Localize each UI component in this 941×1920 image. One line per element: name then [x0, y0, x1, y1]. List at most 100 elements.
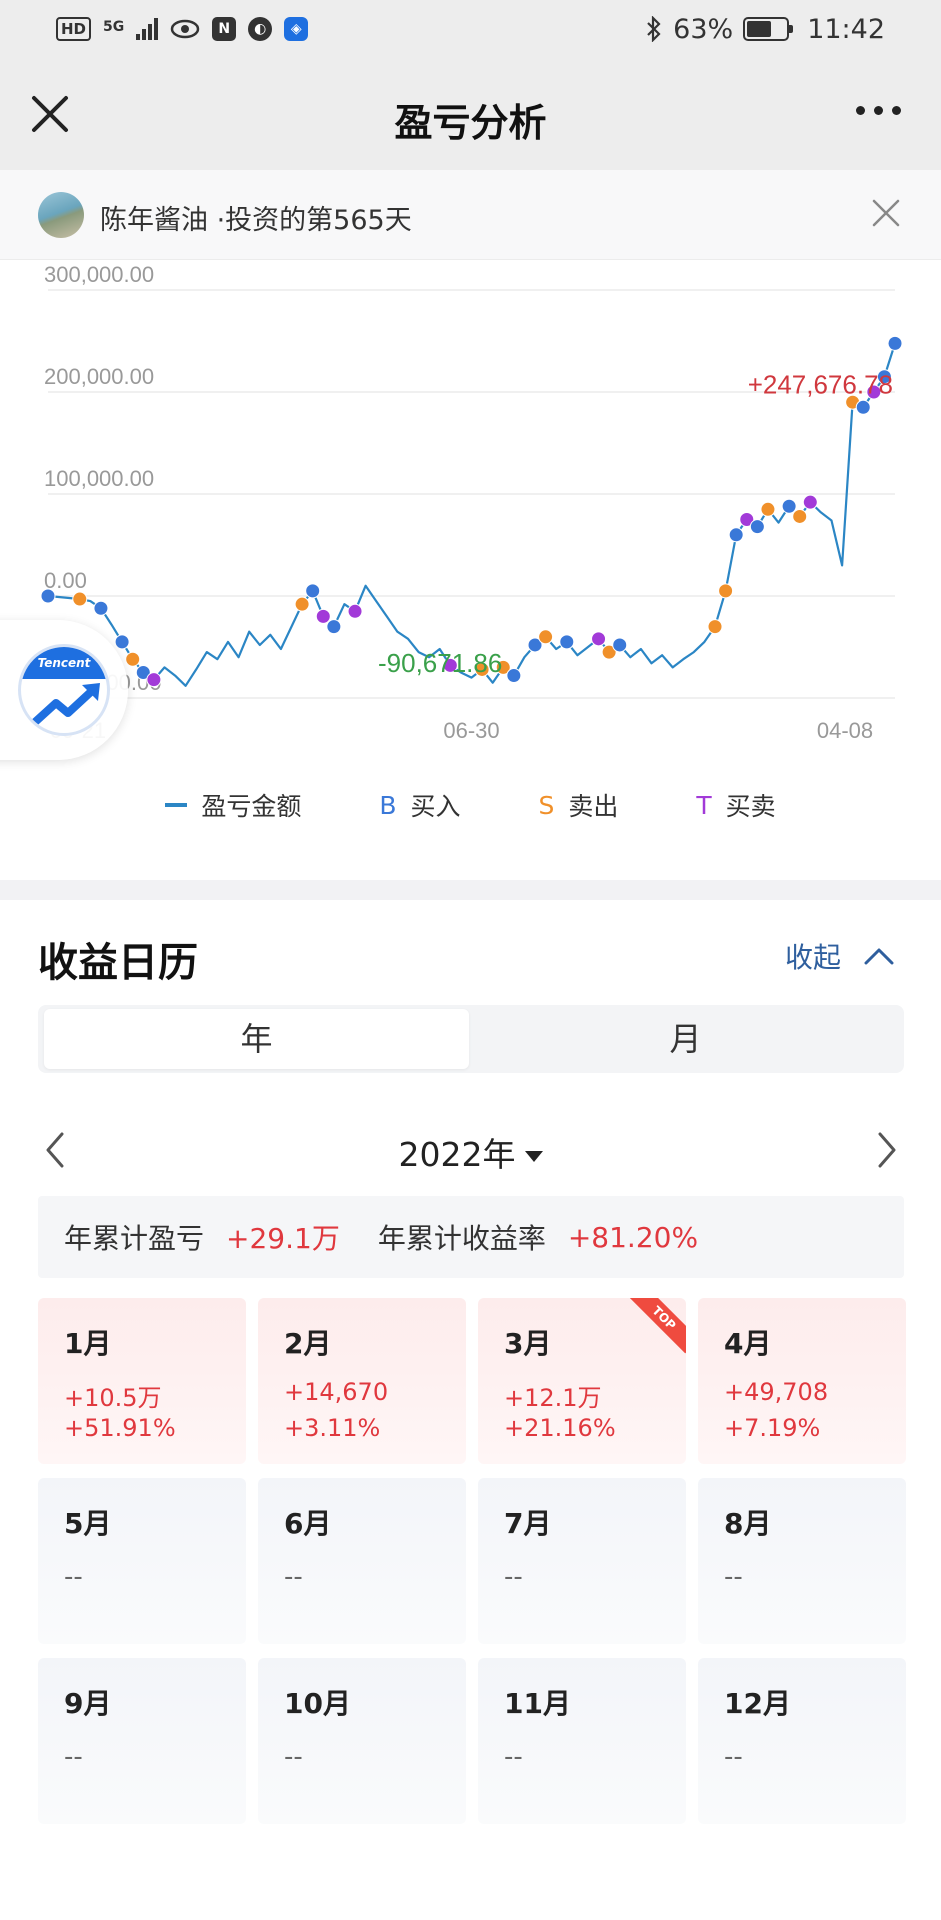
trade-marker-sell [718, 583, 734, 599]
month-label: 1月 [64, 1327, 112, 1360]
collapse-label: 收起 [784, 941, 841, 974]
trade-marker-sell [760, 501, 776, 517]
trend-up-icon [30, 683, 100, 727]
collapse-button[interactable]: 收起 [785, 936, 895, 976]
month-cell-12[interactable]: 12月 -- [698, 1658, 906, 1824]
month-cell-11[interactable]: 11月 -- [478, 1658, 686, 1824]
trade-marker-sell [792, 508, 808, 524]
profit-calendar-card: 收益日历 收起 年 月 2022年 年累计盈亏 +29.1万 年累计收益率 +8… [0, 900, 941, 1920]
trade-marker-sell [538, 629, 554, 645]
eye-icon [171, 19, 200, 39]
trade-marker-buy [612, 637, 628, 653]
trade-marker-sell [125, 651, 141, 667]
year-value: 2022年 [398, 1135, 516, 1174]
banner-text: 陈年酱油 ·投资的第565天 [100, 205, 412, 236]
location-icon: ◈ [284, 17, 309, 41]
month-amount: -- [64, 1562, 83, 1592]
y-tick-label: 100,000.00 [44, 466, 154, 491]
status-left: HD 5G N ◐ ◈ [56, 17, 309, 41]
trade-marker-buy [749, 519, 765, 535]
more-icon[interactable] [856, 106, 901, 115]
legend-label: 盈亏金额 [201, 792, 302, 821]
avatar[interactable] [38, 192, 84, 238]
month-label: 9月 [64, 1687, 112, 1720]
legend-label: 卖出 [568, 792, 619, 821]
month-amount: +10.5万 [64, 1384, 162, 1412]
month-cell-4[interactable]: 4月 +49,708 +7.19% [698, 1298, 906, 1464]
top-badge: TOP [626, 1298, 686, 1358]
year-selector: 2022年 [38, 1120, 904, 1180]
month-cell-6[interactable]: 6月 -- [258, 1478, 466, 1644]
month-cell-7[interactable]: 7月 -- [478, 1478, 686, 1644]
month-rate: +21.16% [504, 1414, 616, 1442]
battery-icon [743, 17, 794, 41]
month-amount: -- [284, 1742, 303, 1772]
legend-label: 买入 [410, 792, 461, 821]
tab-year[interactable]: 年 [44, 1009, 469, 1069]
tab-month[interactable]: 月 [473, 1009, 898, 1069]
month-amount: -- [724, 1742, 743, 1772]
page-title: 盈亏分析 [394, 101, 547, 145]
network-type: 5G [103, 19, 125, 35]
trade-marker-buy [506, 668, 522, 684]
legend-key-trade: T [696, 790, 712, 820]
month-label: 11月 [504, 1687, 571, 1720]
trade-marker-trade [146, 672, 162, 688]
year-dropdown[interactable]: 2022年 [38, 1128, 904, 1176]
month-cell-2[interactable]: 2月 +14,670 +3.11% [258, 1298, 466, 1464]
signal-icon [136, 18, 159, 40]
month-amount: -- [64, 1742, 83, 1772]
year-rate-value: +81.20% [567, 1220, 699, 1254]
legend-item-trade[interactable]: T 买卖 [696, 780, 775, 830]
month-amount: -- [504, 1742, 523, 1772]
month-cell-3[interactable]: TOP 3月 +12.1万 +21.16% [478, 1298, 686, 1464]
status-right: 63% 11:42 [645, 14, 885, 45]
month-amount: -- [504, 1562, 523, 1592]
legend-item-buy[interactable]: B 买入 [379, 780, 460, 830]
trade-marker-trade [802, 494, 818, 510]
legend-item-pnl[interactable]: 盈亏金额 [165, 780, 301, 830]
caret-down-icon [525, 1151, 544, 1162]
profit-loss-chart[interactable]: 300,000.00200,000.00100,000.000.00-100,0… [0, 250, 941, 780]
status-bar: HD 5G N ◐ ◈ 63% 11:42 [0, 0, 941, 58]
trade-marker-buy [114, 634, 130, 650]
battery-fill [747, 21, 772, 37]
min-value-label: -90,671.86 [378, 648, 502, 678]
legend-item-sell[interactable]: S 卖出 [539, 780, 619, 830]
trade-marker-buy [728, 527, 744, 543]
bluetooth-icon [647, 16, 661, 42]
x-tick-label: 04-08 [817, 718, 873, 743]
y-tick-label: 200,000.00 [44, 364, 154, 389]
month-cell-5[interactable]: 5月 -- [38, 1478, 246, 1644]
month-amount: +49,708 [724, 1378, 829, 1406]
trade-marker-trade [347, 603, 363, 619]
month-amount: +12.1万 [504, 1384, 602, 1412]
trade-marker-sell [72, 591, 88, 607]
month-label: 4月 [724, 1327, 772, 1360]
month-label: 10月 [284, 1687, 351, 1720]
profit-loss-page: HD 5G N ◐ ◈ 63% 11:42 盈亏分析 陈年酱油 ·投资的第565… [0, 0, 941, 1920]
trade-marker-sell [707, 619, 723, 635]
month-cell-1[interactable]: 1月 +10.5万 +51.91% [38, 1298, 246, 1464]
chevron-up-icon [864, 948, 894, 965]
banner-close-icon[interactable] [869, 196, 903, 230]
month-cell-9[interactable]: 9月 -- [38, 1658, 246, 1824]
chevron-right-icon[interactable] [868, 1128, 904, 1172]
trade-marker-sell [294, 596, 310, 612]
month-label: 5月 [64, 1507, 112, 1540]
chart-legend: 盈亏金额 B 买入 S 卖出 T 买卖 [0, 780, 941, 830]
month-cell-10[interactable]: 10月 -- [258, 1658, 466, 1824]
month-label: 12月 [724, 1687, 791, 1720]
year-pnl-label: 年累计盈亏 [64, 1222, 205, 1255]
top-badge-label: TOP [628, 1298, 686, 1354]
legend-label: 买卖 [725, 792, 776, 821]
max-value-label: +247,676.78 [748, 369, 893, 399]
tencent-logo: Tencent [18, 644, 110, 736]
y-tick-label: 300,000.00 [44, 262, 154, 287]
trade-marker-buy [326, 619, 342, 635]
month-rate: +51.91% [64, 1414, 176, 1442]
legend-key-sell: S [538, 790, 555, 820]
month-label: 2月 [284, 1327, 332, 1360]
year-summary: 年累计盈亏 +29.1万 年累计收益率 +81.20% [38, 1196, 904, 1278]
month-cell-8[interactable]: 8月 -- [698, 1478, 906, 1644]
